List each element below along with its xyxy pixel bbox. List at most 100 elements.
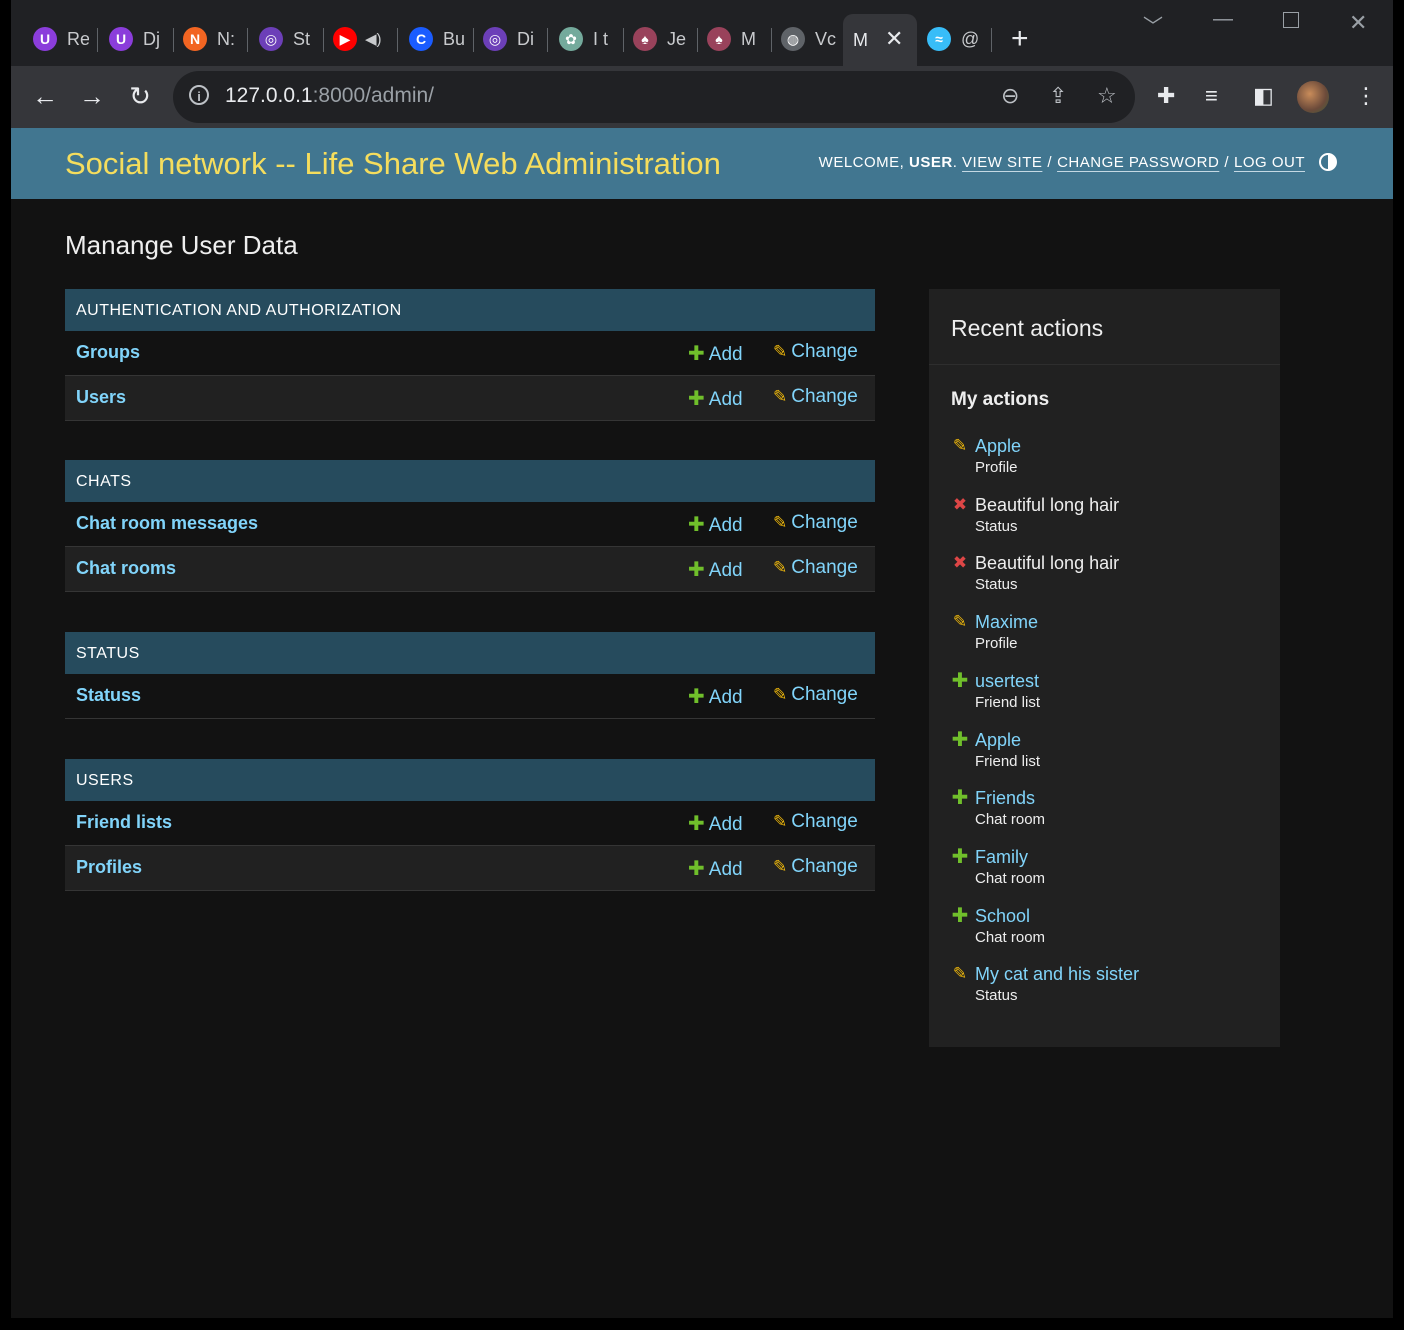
tab-title: I t: [593, 28, 609, 49]
back-icon[interactable]: ←: [27, 78, 63, 114]
site-branding[interactable]: Social network -- Life Share Web Adminis…: [65, 146, 721, 182]
menu-icon[interactable]: ⋮: [1355, 83, 1377, 109]
side-panel-icon[interactable]: ◧: [1253, 83, 1274, 109]
model-link[interactable]: Friend lists: [76, 812, 172, 833]
tab-search-icon[interactable]: ﹀: [1143, 10, 1163, 39]
theme-toggle-icon[interactable]: [1319, 153, 1337, 171]
share-icon[interactable]: ⇪: [1049, 83, 1067, 109]
pencil-icon: ✎: [773, 558, 788, 577]
change-link[interactable]: ✎ Change: [773, 811, 858, 833]
model-row: Friend lists ✚ Add ✎ Change: [65, 801, 875, 846]
app-module: CHATS Chat room messages ✚ Add ✎ Change Ch…: [65, 460, 875, 592]
media-controls-icon[interactable]: ≡: [1205, 83, 1218, 109]
view-site-link[interactable]: VIEW SITE: [962, 154, 1042, 171]
browser-tab[interactable]: N N:: [183, 22, 239, 56]
tab-separator: [173, 28, 174, 52]
model-link[interactable]: Chat rooms: [76, 558, 176, 579]
browser-tab[interactable]: ◎ St: [259, 22, 315, 56]
pencil-icon: ✎: [773, 812, 788, 831]
action-object[interactable]: Maxime: [975, 612, 1038, 633]
bookmark-star-icon[interactable]: ☆: [1097, 83, 1117, 109]
model-link[interactable]: Profiles: [76, 857, 142, 878]
action-object[interactable]: usertest: [975, 671, 1039, 692]
action-type: Profile: [975, 635, 1018, 653]
browser-toolbar: ← → ↻ i 127.0.0.1:8000/admin/ ⊖ ⇪ ☆ ✚ ≡ …: [11, 66, 1393, 128]
add-label: Add: [708, 389, 743, 410]
address-bar[interactable]: i 127.0.0.1:8000/admin/ ⊖ ⇪ ☆: [173, 71, 1135, 123]
profile-avatar[interactable]: [1297, 81, 1329, 113]
audio-playing-icon[interactable]: ◀): [365, 30, 382, 48]
add-link[interactable]: ✚ Add: [688, 386, 743, 411]
model-link[interactable]: Chat room messages: [76, 513, 258, 534]
n-icon: N: [183, 27, 207, 51]
module-caption[interactable]: USERS: [65, 759, 875, 801]
change-link[interactable]: ✎ Change: [773, 557, 858, 579]
add-icon: ✚: [951, 669, 969, 692]
reload-icon[interactable]: ↻: [122, 78, 158, 114]
browser-tab[interactable]: C Bu: [409, 22, 465, 56]
change-password-link[interactable]: CHANGE PASSWORD: [1057, 154, 1219, 171]
tab-title: Bu: [443, 28, 465, 49]
browser-tab[interactable]: ◍ Vc: [781, 22, 837, 56]
add-link[interactable]: ✚ Add: [688, 856, 743, 881]
action-object[interactable]: Family: [975, 847, 1028, 868]
maximize-icon[interactable]: [1283, 12, 1299, 28]
tab-title: N:: [217, 28, 235, 49]
forward-icon[interactable]: →: [74, 78, 110, 114]
change-label: Change: [791, 386, 858, 407]
add-link[interactable]: ✚ Add: [688, 811, 743, 836]
site-info-icon[interactable]: i: [189, 85, 209, 105]
browser-tab[interactable]: ✿ I t: [559, 22, 615, 56]
change-label: Change: [791, 341, 858, 362]
browser-tab[interactable]: ◎ Di: [483, 22, 539, 56]
action-object[interactable]: School: [975, 906, 1030, 927]
action-type: Chat room: [975, 811, 1046, 829]
change-link[interactable]: ✎ Change: [773, 386, 858, 408]
module-caption[interactable]: CHATS: [65, 460, 875, 502]
action-object[interactable]: My cat and his sister: [975, 964, 1139, 985]
browser-tab[interactable]: ♠ M: [707, 22, 763, 56]
log-out-link[interactable]: LOG OUT: [1234, 154, 1305, 171]
action-type: Profile: [975, 459, 1018, 476]
add-link[interactable]: ✚ Add: [688, 684, 743, 709]
action-type: Status: [975, 987, 1018, 1005]
new-tab-icon[interactable]: +: [1011, 22, 1029, 56]
extensions-icon[interactable]: ✚: [1157, 83, 1175, 109]
add-link[interactable]: ✚ Add: [688, 341, 743, 366]
add-link[interactable]: ✚ Add: [688, 512, 743, 537]
model-link[interactable]: Statuss: [76, 685, 141, 706]
model-link[interactable]: Users: [76, 387, 126, 408]
recent-actions-title: Recent actions: [951, 315, 1104, 341]
module-caption[interactable]: STATUS: [65, 632, 875, 674]
add-icon: ✚: [951, 787, 969, 810]
app-module: STATUS Statuss ✚ Add ✎ Change: [65, 632, 875, 719]
c-icon: C: [409, 27, 433, 51]
change-link[interactable]: ✎ Change: [773, 341, 858, 363]
module-caption[interactable]: AUTHENTICATION AND AUTHORIZATION: [65, 289, 875, 331]
zoom-icon[interactable]: ⊖: [1001, 83, 1019, 109]
model-link[interactable]: Groups: [76, 342, 140, 363]
minimize-icon[interactable]: —: [1213, 8, 1233, 31]
action-object[interactable]: Friends: [975, 788, 1035, 809]
browser-tab[interactable]: U Re: [33, 22, 89, 56]
change-label: Change: [791, 557, 858, 578]
browser-tab[interactable]: ♠ Je: [633, 22, 689, 56]
change-link[interactable]: ✎ Change: [773, 856, 858, 878]
action-object[interactable]: Apple: [975, 730, 1021, 751]
u-icon: U: [33, 27, 57, 51]
browser-tab[interactable]: U Dj: [109, 22, 165, 56]
globe-icon: ◍: [781, 27, 805, 51]
close-window-icon[interactable]: ✕: [1349, 10, 1367, 36]
pencil-icon: ✎: [773, 387, 788, 406]
add-link[interactable]: ✚ Add: [688, 557, 743, 582]
browser-tab[interactable]: ≈ @: [927, 22, 983, 56]
close-tab-icon[interactable]: ✕: [885, 26, 903, 52]
action-object[interactable]: Apple: [975, 436, 1021, 457]
tab-title: Re: [67, 28, 89, 49]
url-text[interactable]: 127.0.0.1:8000/admin/: [225, 84, 434, 108]
change-link[interactable]: ✎ Change: [773, 684, 858, 706]
change-link[interactable]: ✎ Change: [773, 512, 858, 534]
tab-separator: [397, 28, 398, 52]
action-type: Chat room: [975, 869, 1046, 887]
active-tab[interactable]: M ✕: [843, 14, 917, 66]
